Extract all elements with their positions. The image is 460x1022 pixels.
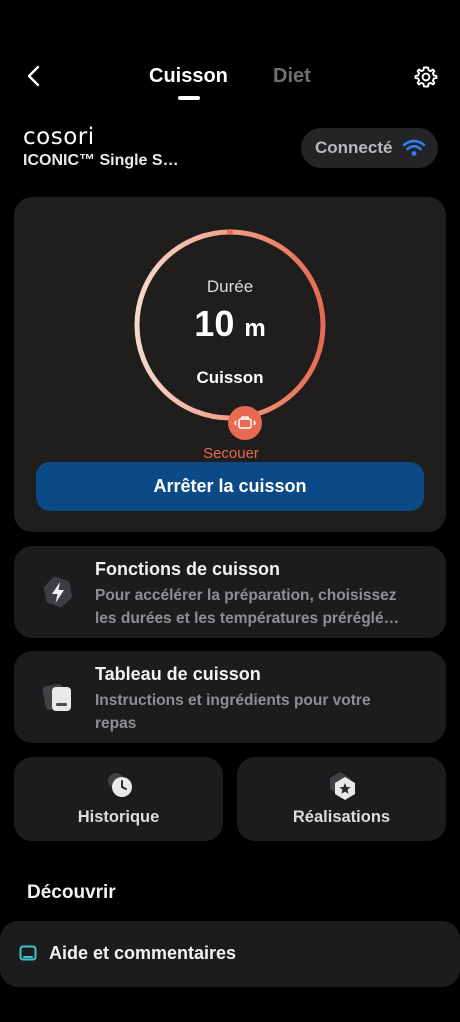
duration-value: 10 m xyxy=(14,303,446,345)
help-feedback-label: Aide et commentaires xyxy=(49,943,237,963)
feature-description-line: les durées et les températures préréglé… xyxy=(95,610,400,627)
tab-cuisson[interactable]: Cuisson xyxy=(149,65,228,88)
feature-description-line: Pour accélérer la préparation, choisisse… xyxy=(95,587,397,604)
history-clock-icon xyxy=(108,773,132,797)
shake-reminder-label: Secouer xyxy=(203,445,259,462)
lightning-icon xyxy=(43,576,73,608)
help-chat-icon xyxy=(19,945,37,961)
achievement-star-icon xyxy=(330,772,355,800)
progress-ring-start-marker xyxy=(227,229,233,235)
duration-label: Durée xyxy=(206,277,254,296)
back-button[interactable] xyxy=(20,62,48,90)
history-label: Historique xyxy=(77,808,160,826)
feature-description-line: Instructions et ingrédients pour votre xyxy=(95,692,371,709)
cooking-functions-card[interactable]: Fonctions de cuisson Pour accélérer la p… xyxy=(14,546,446,638)
history-button[interactable]: Historique xyxy=(14,757,223,841)
help-feedback-item[interactable]: Aide et commentaires xyxy=(0,921,460,987)
stop-cooking-button[interactable]: Arrêter la cuisson xyxy=(36,462,424,511)
cooking-chart-card[interactable]: Tableau de cuisson Instructions et ingré… xyxy=(14,651,446,743)
tab-diet[interactable]: Diet xyxy=(273,65,311,88)
brand-logo-text: cosori xyxy=(23,124,95,150)
recipe-book-icon xyxy=(42,684,71,711)
achievements-label: Réalisations xyxy=(292,808,391,826)
top-navigation: Cuisson Diet xyxy=(0,50,460,106)
active-tab-indicator xyxy=(178,96,200,100)
feature-title: Tableau de cuisson xyxy=(95,664,261,684)
shake-basket-icon xyxy=(234,416,256,429)
cooking-mode-label: Cuisson xyxy=(196,368,264,387)
feature-description-line: repas xyxy=(95,715,137,732)
duration-unit: m xyxy=(244,315,266,342)
duration-number: 10 xyxy=(194,303,235,344)
feature-title: Fonctions de cuisson xyxy=(95,559,281,579)
connection-status-text: Connecté xyxy=(315,138,393,157)
wifi-icon xyxy=(403,139,426,156)
cooking-status-card: Durée 10 m Cuisson Secouer Arrêter la cu… xyxy=(14,197,446,532)
feature-description: Pour accélérer la préparation, choisisse… xyxy=(95,584,435,630)
shake-marker xyxy=(228,406,262,440)
feature-description: Instructions et ingrédients pour votre r… xyxy=(95,689,435,735)
connection-status-badge[interactable]: Connecté xyxy=(301,128,438,168)
gear-icon xyxy=(414,66,438,88)
settings-button[interactable] xyxy=(412,63,440,91)
chevron-left-icon xyxy=(27,65,40,87)
device-model-name: ICONIC™ Single S… xyxy=(23,152,179,169)
achievements-button[interactable]: Réalisations xyxy=(237,757,446,841)
discover-section-title: Découvrir xyxy=(27,882,116,903)
